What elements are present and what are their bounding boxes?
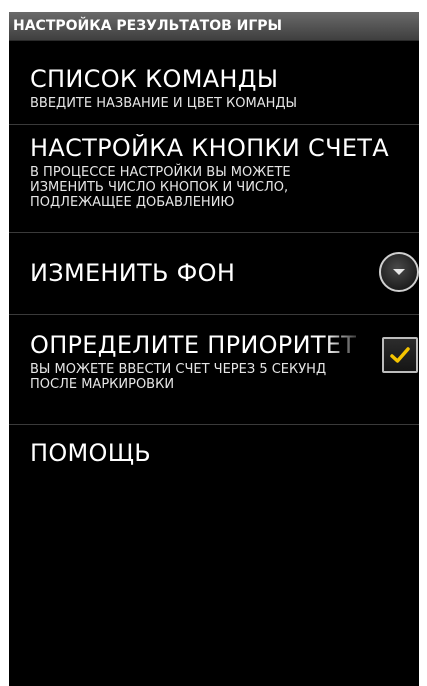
settings-item-team-list[interactable]: СПИСОК КОМАНДЫ ВВЕДИТЕ НАЗВАНИЕ И ЦВЕТ К… [9,41,419,125]
settings-item-title: НАСТРОЙКА КНОПКИ СЧЕТА [30,134,389,162]
background-dropdown[interactable] [379,252,419,292]
settings-item-help[interactable]: ПОМОЩЬ [9,425,419,495]
page-title: НАСТРОЙКА РЕЗУЛЬТАТОВ ИГРЫ [9,12,419,41]
settings-item-summary: В ПРОЦЕССЕ НАСТРОЙКИ ВЫ МОЖЕТЕ ИЗМЕНИТЬ … [30,165,291,210]
settings-screen: НАСТРОЙКА РЕЗУЛЬТАТОВ ИГРЫ СПИСОК КОМАНД… [9,12,419,686]
settings-item-summary: ВВЕДИТЕ НАЗВАНИЕ И ЦВЕТ КОМАНДЫ [30,96,298,111]
settings-item-score-buttons[interactable]: НАСТРОЙКА КНОПКИ СЧЕТА В ПРОЦЕССЕ НАСТРО… [9,125,419,233]
chevron-down-icon [393,269,405,275]
priority-checkbox[interactable] [382,337,418,373]
settings-item-title: ИЗМЕНИТЬ ФОН [30,259,236,287]
settings-item-title: ОПРЕДЕЛИТЕ ПРИОРИТЕТ [30,331,357,359]
settings-item-title: СПИСОК КОМАНДЫ [30,65,279,93]
settings-item-summary: ВЫ МОЖЕТЕ ВВЕСТИ СЧЕТ ЧЕРЕЗ 5 СЕКУНД ПОС… [30,362,327,392]
settings-item-priority[interactable]: ОПРЕДЕЛИТЕ ПРИОРИТЕТ ВЫ МОЖЕТЕ ВВЕСТИ СЧ… [9,315,419,425]
checkmark-icon [390,347,410,363]
settings-item-title: ПОМОЩЬ [30,439,152,467]
settings-item-change-background[interactable]: ИЗМЕНИТЬ ФОН [9,233,419,315]
